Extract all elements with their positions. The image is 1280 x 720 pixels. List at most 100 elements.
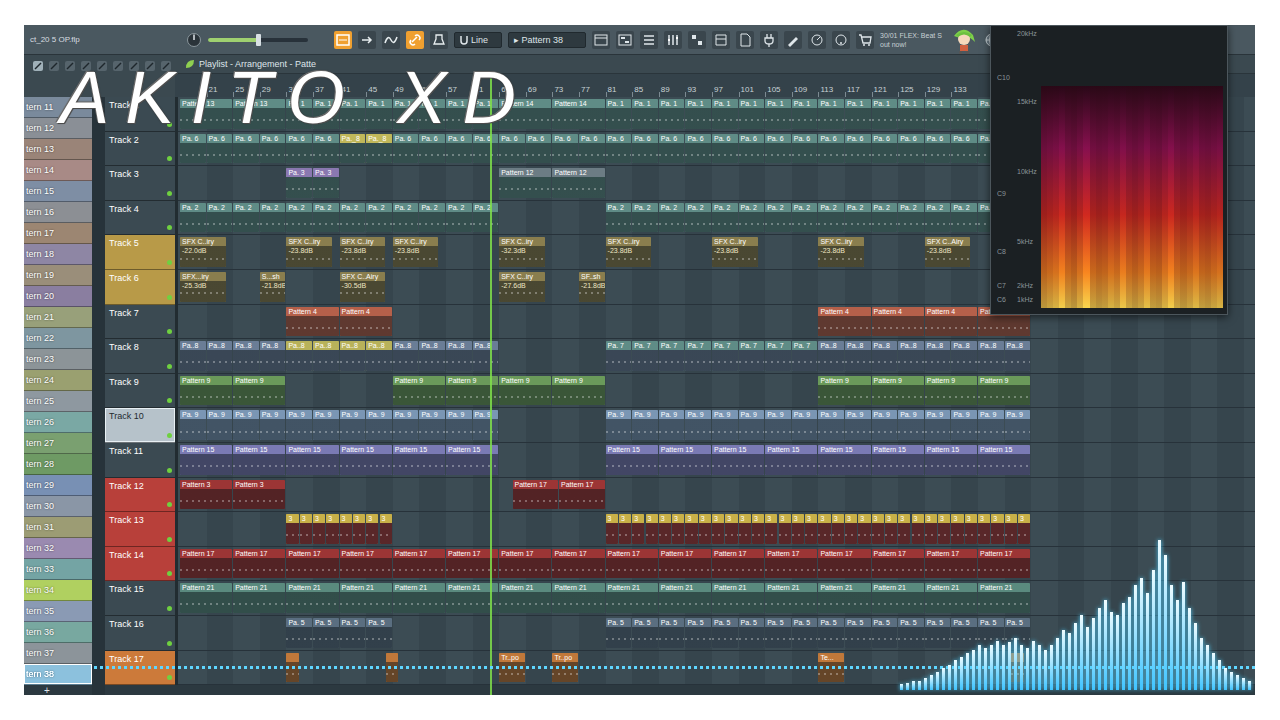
pattern-clip[interactable]: Pa. 2 [207,203,233,233]
add-pattern-button[interactable]: + [24,685,92,695]
pattern-clip[interactable]: Pa. 1 [951,99,977,129]
pattern-mode-icon[interactable] [334,31,352,49]
pattern-clip[interactable]: Pa..8 [180,341,206,371]
pattern-clip[interactable]: 3 [792,514,804,544]
pattern-clip[interactable]: Pa. 2 [180,203,206,233]
pattern-clip[interactable]: Pa. 9 [951,410,977,440]
pattern-clip[interactable]: Pa. 6 [818,134,844,164]
pattern-clip[interactable]: Pa. 5 [898,618,924,648]
pattern-clip[interactable]: Pa. 5 [286,618,312,648]
pattern-clip[interactable]: Pattern 15 [233,445,285,475]
pattern-clip[interactable]: 3 [1018,514,1030,544]
pattern-clip[interactable]: Pa. 6 [925,134,951,164]
pattern-clip[interactable]: Pa. 2 [446,203,472,233]
pattern-clip[interactable]: Pattern 9 [552,376,604,406]
pattern-clip[interactable]: Pa. 2 [898,203,924,233]
pattern-item[interactable]: tern 36 [24,622,92,643]
pattern-item[interactable]: tern 19 [24,265,92,286]
pattern-clip[interactable]: SFX C..iry-23.8dB [712,237,758,267]
pattern-clip[interactable]: 3 [353,514,365,544]
pattern-clip[interactable]: Pa. 5 [712,618,738,648]
pattern-clip[interactable]: Pattern 15 [818,445,870,475]
pattern-clip[interactable]: Pa. 6 [792,134,818,164]
pattern-clip[interactable]: Pattern 21 [180,583,232,613]
track-enable-dot[interactable] [167,606,172,611]
pattern-clip[interactable]: SFX C..iry-23.8dB [286,237,332,267]
pattern-clip[interactable]: Pa. 1 [925,99,951,129]
pattern-clip[interactable]: Pattern 9 [499,376,551,406]
pattern-clip[interactable]: Pa. 7 [792,341,818,371]
track-header[interactable]: Track 5 [105,235,175,270]
pattern-clip[interactable]: Pa. 2 [792,203,818,233]
pattern-clip[interactable]: Pa. 7 [739,341,765,371]
pattern-clip[interactable]: Pa. 9 [207,410,233,440]
link-icon[interactable] [406,31,424,49]
pattern-clip[interactable]: Pa. 2 [606,203,632,233]
pattern-selector[interactable]: ▸Pattern 38 [508,32,586,48]
pattern-item[interactable]: tern 38 [24,664,92,685]
pattern-clip[interactable]: 3 [366,514,378,544]
pattern-clip[interactable]: 3 [832,514,844,544]
master-volume-thumb[interactable] [256,34,261,46]
master-volume-slider[interactable] [208,38,308,42]
pencil-icon[interactable] [32,60,44,72]
pattern-clip[interactable]: Pattern 15 [925,445,977,475]
pattern-clip[interactable]: Pa. 6 [659,134,685,164]
pattern-clip[interactable]: SFX C..iry-23.8dB [340,237,386,267]
pattern-item[interactable]: tern 28 [24,454,92,475]
pattern-clip[interactable]: 3 [938,514,950,544]
pattern-clip[interactable]: Pattern 21 [978,583,1030,613]
pattern-clip[interactable]: Pa. 9 [446,410,472,440]
pattern-clip[interactable]: Pattern 17 [606,549,658,579]
paint-icon[interactable] [48,60,60,72]
pattern-clip[interactable]: 3 [313,514,325,544]
pattern-clip[interactable]: Pa. 3 [286,168,312,198]
cart-icon[interactable] [856,31,874,49]
wave-icon[interactable] [382,31,400,49]
pattern-clip[interactable]: Pa..8 [207,341,233,371]
pattern-clip[interactable]: 3 [912,514,924,544]
arrow-icon[interactable] [358,31,376,49]
plugin-icon[interactable] [760,31,778,49]
track-header[interactable]: Track 14 [105,547,175,582]
track-header[interactable]: Track 12 [105,478,175,513]
pattern-clip[interactable]: Pa. 1 [898,99,924,129]
pattern-clip[interactable]: Pattern 17 [818,549,870,579]
news-ticker[interactable]: 30/01 FLEX: Beat Sout now! [880,31,942,49]
pattern-clip[interactable]: Pattern 17 [559,480,605,510]
pattern-clip[interactable]: Pattern 9 [978,376,1030,406]
pattern-clip[interactable]: 3 [380,514,392,544]
pattern-item[interactable]: tern 16 [24,202,92,223]
pattern-clip[interactable]: Pa. 6 [898,134,924,164]
pattern-clip[interactable]: Pa. 7 [765,341,791,371]
track-header[interactable]: Track 13 [105,512,175,547]
track-enable-dot[interactable] [167,295,172,300]
track-header[interactable]: Track 9 [105,374,175,409]
pattern-clip[interactable]: Pa. 6 [951,134,977,164]
pattern-clip[interactable]: Pattern 12 [499,168,551,198]
pattern-clip[interactable]: Pattern 15 [872,445,924,475]
pattern-clip[interactable]: Pa. 2 [845,203,871,233]
pattern-clip[interactable]: Pa. 6 [765,134,791,164]
pattern-clip[interactable]: Pattern 4 [872,307,924,337]
track-enable-dot[interactable] [167,156,172,161]
pattern-clip[interactable]: Pa..8 [260,341,286,371]
pattern-clip[interactable]: Pa. 9 [260,410,286,440]
track-enable-dot[interactable] [167,433,172,438]
pattern-clip[interactable]: Pa. 2 [286,203,312,233]
pattern-clip[interactable]: Pa. 7 [659,341,685,371]
pattern-clip[interactable]: Pa. 2 [632,203,658,233]
pattern-clip[interactable]: 3 [725,514,737,544]
pattern-clip[interactable]: Pa. 1 [606,99,632,129]
pattern-clip[interactable]: Pattern 4 [925,307,977,337]
pattern-clip[interactable]: 3 [672,514,684,544]
pattern-clip[interactable]: 3 [965,514,977,544]
pattern-clip[interactable]: 3 [659,514,671,544]
pattern-clip[interactable]: Pa. 9 [366,410,392,440]
pattern-clip[interactable]: Pa. 9 [233,410,259,440]
pattern-clip[interactable]: 3 [845,514,857,544]
track-enable-dot[interactable] [167,329,172,334]
pattern-clip[interactable]: Pa. 5 [978,618,1004,648]
pattern-clip[interactable]: Pa..8 [978,341,1004,371]
pattern-clip[interactable]: Pattern 17 [499,549,551,579]
